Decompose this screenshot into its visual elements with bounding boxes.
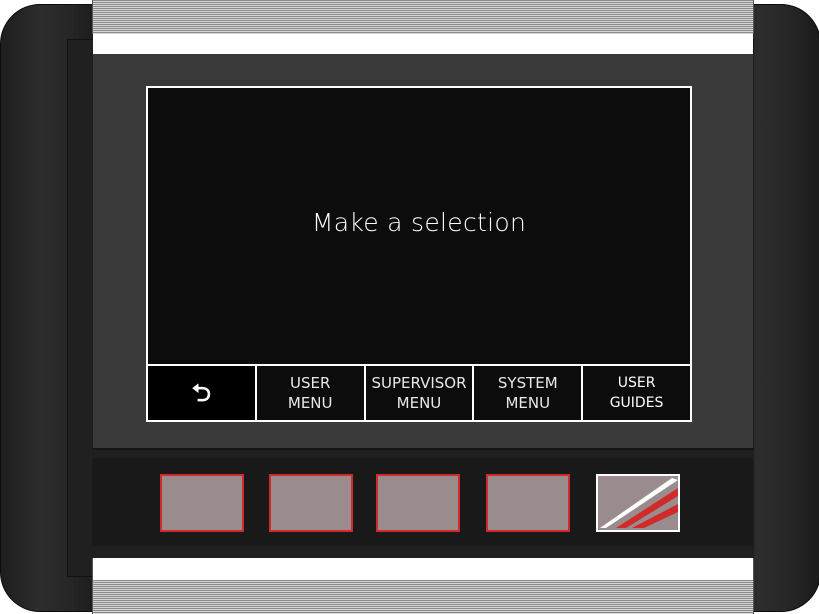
user-menu-softkey[interactable]: USER MENU [256, 366, 366, 420]
user-guides-softkey[interactable]: USER GUIDES [583, 366, 690, 420]
display-screen: Make a selection ⮌ USER MENU SUPERVISOR … [146, 86, 692, 422]
lower-trim [92, 558, 754, 580]
hardware-key-4[interactable] [486, 474, 570, 532]
hardware-key-2[interactable] [269, 474, 353, 532]
back-arrow-icon: ⮌ [191, 379, 212, 407]
bottom-rail [92, 580, 754, 614]
back-softkey[interactable]: ⮌ [148, 366, 257, 420]
hardware-key-1[interactable] [160, 474, 244, 532]
top-rail [92, 0, 754, 54]
logo-key[interactable] [596, 474, 680, 532]
device-frame: Make a selection ⮌ USER MENU SUPERVISOR … [0, 0, 819, 614]
left-bumper [0, 4, 102, 612]
system-menu-softkey[interactable]: SYSTEM MENU [474, 366, 584, 420]
hardware-key-3[interactable] [376, 474, 460, 532]
softkey-bar: ⮌ USER MENU SUPERVISOR MENU SYSTEM MENU … [148, 364, 690, 420]
supervisor-menu-softkey[interactable]: SUPERVISOR MENU [365, 366, 475, 420]
screen-prompt: Make a selection [311, 208, 527, 237]
